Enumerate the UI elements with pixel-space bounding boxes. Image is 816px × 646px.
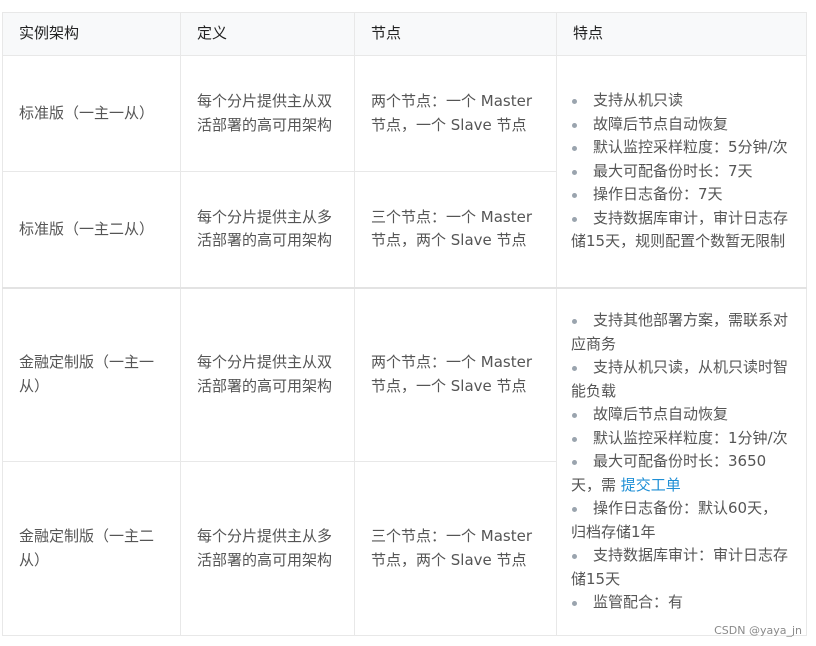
features-list: 支持其他部署方案，需联系对应商务 支持从机只读，从机只读时智能负载 故障后节点自… [571, 309, 792, 615]
instance-architecture-table: 实例架构 定义 节点 特点 标准版（一主一从） 每个分片提供主从双活部署的高可用… [2, 12, 807, 636]
features-cell-standard: 支持从机只读 故障后节点自动恢复 默认监控采样粒度：5分钟/次 最大可配备份时长… [556, 55, 807, 288]
csdn-watermark: CSDN @yaya_jn [714, 624, 802, 637]
list-item: 操作日志备份：默认60天，归档存储1年 [571, 497, 792, 544]
arch-cell: 金融定制版（一主一从） [2, 286, 181, 462]
header-definition: 定义 [180, 12, 355, 56]
arch-cell: 标准版（一主一从） [2, 55, 181, 172]
list-item: 默认监控采样粒度：5分钟/次 [571, 136, 792, 160]
list-item: 监管配合：有 [571, 591, 792, 615]
definition-cell: 每个分片提供主从多活部署的高可用架构 [180, 171, 355, 288]
list-item: 故障后节点自动恢复 [571, 403, 792, 427]
list-item: 默认监控采样粒度：1分钟/次 [571, 427, 792, 451]
list-item: 支持其他部署方案，需联系对应商务 [571, 309, 792, 356]
submit-ticket-link[interactable]: 提交工单 [621, 476, 681, 494]
list-item: 操作日志备份：7天 [571, 183, 792, 207]
list-item: 支持从机只读 [571, 89, 792, 113]
header-features: 特点 [556, 12, 807, 56]
nodes-cell: 两个节点：一个 Master 节点，一个 Slave 节点 [354, 55, 557, 172]
definition-cell: 每个分片提供主从多活部署的高可用架构 [180, 461, 355, 636]
nodes-cell: 三个节点：一个 Master 节点，两个 Slave 节点 [354, 461, 557, 636]
list-item-backup: 最大可配备份时长：3650天，需 提交工单 [571, 450, 792, 497]
definition-cell: 每个分片提供主从双活部署的高可用架构 [180, 286, 355, 462]
features-cell-finance: 支持其他部署方案，需联系对应商务 支持从机只读，从机只读时智能负载 故障后节点自… [556, 286, 807, 636]
features-list: 支持从机只读 故障后节点自动恢复 默认监控采样粒度：5分钟/次 最大可配备份时长… [571, 89, 792, 254]
nodes-cell: 三个节点：一个 Master 节点，两个 Slave 节点 [354, 171, 557, 288]
nodes-cell: 两个节点：一个 Master 节点，一个 Slave 节点 [354, 286, 557, 462]
definition-cell: 每个分片提供主从双活部署的高可用架构 [180, 55, 355, 172]
table-header-row: 实例架构 定义 节点 特点 [2, 12, 807, 56]
list-item: 最大可配备份时长：7天 [571, 160, 792, 184]
table-row: 金融定制版（一主一从） 每个分片提供主从双活部署的高可用架构 两个节点：一个 M… [2, 286, 807, 636]
arch-cell: 金融定制版（一主二从） [2, 461, 181, 636]
list-item: 故障后节点自动恢复 [571, 113, 792, 137]
header-nodes: 节点 [354, 12, 557, 56]
table-row: 标准版（一主一从） 每个分片提供主从双活部署的高可用架构 两个节点：一个 Mas… [2, 55, 807, 288]
header-arch: 实例架构 [2, 12, 181, 56]
list-item: 支持从机只读，从机只读时智能负载 [571, 356, 792, 403]
list-item: 支持数据库审计：审计日志存储15天 [571, 544, 792, 591]
list-item: 支持数据库审计，审计日志存储15天，规则配置个数暂无限制 [571, 207, 792, 254]
arch-cell: 标准版（一主二从） [2, 171, 181, 288]
